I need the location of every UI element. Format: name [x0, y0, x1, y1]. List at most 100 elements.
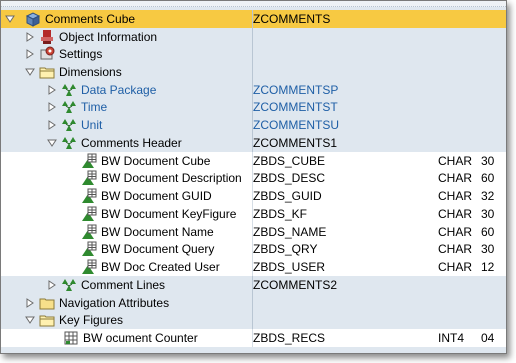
tree-row-comment-lines[interactable]: Comment Lines ZCOMMENTS2: [1, 276, 506, 294]
open-folder-icon: [39, 64, 55, 80]
row-label: Comments Header: [81, 135, 182, 150]
tree-row-characteristic[interactable]: BW Document Cube ZBDS_CUBE CHAR 30: [1, 152, 506, 170]
top-divider: [1, 1, 506, 7]
technical-name: ZBDS_RECS: [253, 330, 326, 345]
field-length: 30: [481, 241, 495, 256]
technical-name: ZCOMMENTS: [253, 11, 331, 26]
technical-name: ZCOMMENTSP: [253, 82, 339, 97]
tree-row-object-information[interactable]: Object Information: [1, 28, 506, 46]
data-type: CHAR: [438, 153, 473, 168]
row-label: BW Document Query: [101, 241, 215, 256]
folder-icon: [39, 295, 55, 311]
keyfigure-icon: [63, 330, 79, 346]
dimension-icon: [61, 82, 77, 98]
dimension-icon: [61, 135, 77, 151]
expand-triangle-icon[interactable]: [47, 84, 57, 95]
characteristic-icon: [81, 188, 97, 204]
characteristic-icon: [81, 241, 97, 257]
field-length: 30: [481, 153, 495, 168]
technical-name: ZBDS_CUBE: [253, 153, 326, 168]
row-label: BW ocument Counter: [83, 330, 198, 345]
field-length: 12: [481, 259, 495, 274]
data-type: CHAR: [438, 206, 473, 221]
expand-triangle-icon[interactable]: [25, 48, 35, 59]
dimension-icon: [61, 117, 77, 133]
collapse-triangle-icon[interactable]: [5, 14, 15, 24]
row-label: BW Document KeyFigure: [101, 206, 237, 221]
row-label: BW Doc Created User: [101, 259, 220, 274]
object-info-icon: [39, 29, 55, 45]
expand-triangle-icon[interactable]: [47, 279, 57, 290]
field-length: 60: [481, 170, 495, 185]
row-label: Comment Lines: [81, 277, 166, 292]
technical-name: ZBDS_DESC: [253, 170, 326, 185]
field-length: 32: [481, 188, 495, 203]
row-label: Object Information: [59, 29, 158, 44]
data-type: CHAR: [438, 224, 473, 239]
tree-row-data-package[interactable]: Data Package ZCOMMENTSP: [1, 81, 506, 99]
dimension-icon: [61, 277, 77, 293]
collapse-triangle-icon[interactable]: [25, 315, 35, 325]
row-label: Data Package: [81, 82, 157, 97]
tree-row-characteristic[interactable]: BW Document GUID ZBDS_GUID CHAR 32: [1, 187, 506, 205]
expand-triangle-icon[interactable]: [25, 31, 35, 42]
tree-row-key-figures[interactable]: Key Figures: [1, 311, 506, 329]
row-label: Unit: [81, 117, 103, 132]
field-length: 04: [481, 330, 495, 345]
expand-triangle-icon[interactable]: [47, 119, 57, 130]
technical-name: ZCOMMENTS1: [253, 135, 337, 150]
tree-row-time[interactable]: Time ZCOMMENTST: [1, 98, 506, 116]
technical-name: ZBDS_GUID: [253, 188, 322, 203]
tree-row-dimensions[interactable]: Dimensions: [1, 63, 506, 81]
data-type: CHAR: [438, 170, 473, 185]
tree-row-characteristic[interactable]: BW Document Description ZBDS_DESC CHAR 6…: [1, 169, 506, 187]
row-label: Dimensions: [59, 64, 122, 79]
row-label: Key Figures: [59, 312, 124, 327]
technical-name: ZBDS_USER: [253, 259, 326, 274]
tree-row-settings[interactable]: Settings: [1, 45, 506, 63]
data-type: CHAR: [438, 188, 473, 203]
dimension-icon: [61, 99, 77, 115]
row-label: BW Document Description: [101, 170, 242, 185]
tree-row-characteristic[interactable]: BW Document KeyFigure ZBDS_KF CHAR 30: [1, 205, 506, 223]
characteristic-icon: [81, 259, 97, 275]
tree-window: Comments Cube ZCOMMENTS Object Informati…: [0, 0, 507, 354]
tree-row-characteristic[interactable]: BW Doc Created User ZBDS_USER CHAR 12: [1, 258, 506, 276]
row-label: Navigation Attributes: [59, 295, 170, 310]
tree-row-characteristic[interactable]: BW Document Name ZBDS_NAME CHAR 60: [1, 223, 506, 241]
technical-name: ZBDS_QRY: [253, 241, 318, 256]
cube-icon: [25, 11, 41, 27]
collapse-triangle-icon[interactable]: [47, 138, 57, 148]
row-label: Settings: [59, 46, 103, 61]
technical-name: ZBDS_KF: [253, 206, 308, 221]
tree-row-unit[interactable]: Unit ZCOMMENTSU: [1, 116, 506, 134]
tree-row-comments-cube[interactable]: Comments Cube ZCOMMENTS: [1, 10, 506, 28]
tree-row-characteristic[interactable]: BW Document Query ZBDS_QRY CHAR 30: [1, 240, 506, 258]
technical-name: ZBDS_NAME: [253, 224, 327, 239]
characteristic-icon: [81, 224, 97, 240]
technical-name: ZCOMMENTSU: [253, 117, 339, 132]
tree-row-keyfigure[interactable]: BW ocument Counter ZBDS_RECS INT4 04: [1, 329, 506, 347]
characteristic-icon: [81, 206, 97, 222]
collapse-triangle-icon[interactable]: [25, 67, 35, 77]
row-label: Time: [81, 99, 108, 114]
field-length: 60: [481, 224, 495, 239]
tree-row-navigation-attributes[interactable]: Navigation Attributes: [1, 294, 506, 312]
row-label: BW Document GUID: [101, 188, 212, 203]
row-label: BW Document Cube: [101, 153, 211, 168]
characteristic-icon: [81, 153, 97, 169]
settings-icon: [39, 46, 55, 62]
row-label: Comments Cube: [45, 11, 136, 26]
tree-row-comments-header[interactable]: Comments Header ZCOMMENTS1: [1, 134, 506, 152]
data-type: CHAR: [438, 241, 473, 256]
open-folder-icon: [39, 312, 55, 328]
row-label: BW Document Name: [101, 224, 214, 239]
data-type: INT4: [438, 330, 465, 345]
technical-name: ZCOMMENTS2: [253, 277, 337, 292]
field-length: 30: [481, 206, 495, 221]
expand-triangle-icon[interactable]: [25, 297, 35, 308]
data-type: CHAR: [438, 259, 473, 274]
technical-name: ZCOMMENTST: [253, 99, 338, 114]
characteristic-icon: [81, 170, 97, 186]
expand-triangle-icon[interactable]: [47, 101, 57, 112]
